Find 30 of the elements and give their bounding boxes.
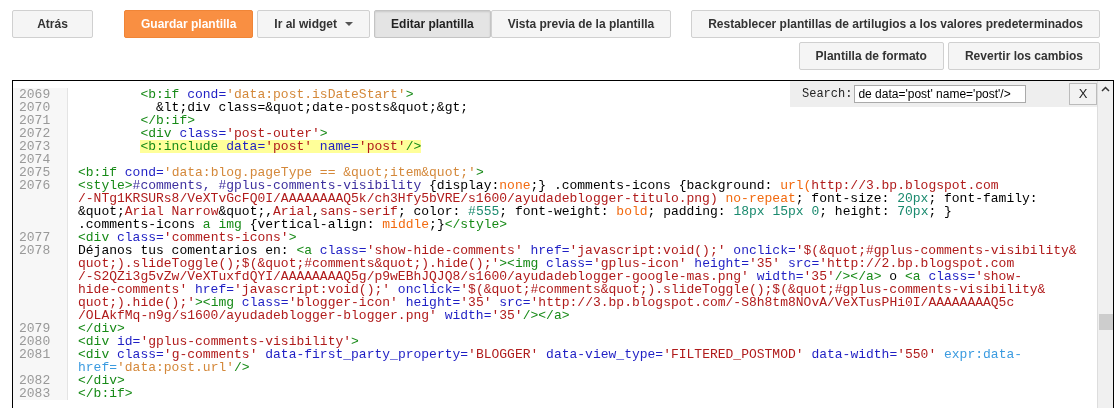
search-field[interactable]: de data='post' name='post'/> [854, 85, 1027, 103]
line-number: 2072 [19, 127, 52, 140]
code-editor[interactable] [12, 80, 1114, 408]
line-number: 2083 [19, 387, 52, 400]
toolbar-button[interactable]: Plantilla de formato [798, 42, 944, 70]
line-number: 2073 [19, 140, 52, 153]
template-tab[interactable]: Editar plantilla [374, 10, 491, 38]
line-number: 2075 [19, 166, 52, 179]
line-number: 2077 [19, 231, 52, 244]
back-button[interactable]: Atrás [12, 10, 93, 38]
scrollbar[interactable] [1097, 81, 1113, 408]
reset-button[interactable]: Restablecer plantillas de artilugios a los valores predeterminados [691, 10, 1100, 38]
line-number: 2074 [19, 153, 52, 166]
line-number: 2069 [19, 88, 52, 101]
search-label: Search: [802, 86, 853, 103]
close-button[interactable]: X [1069, 83, 1097, 105]
line-number: 2076 [19, 179, 52, 192]
toolbar-button[interactable]: Revertir los cambios [947, 42, 1100, 70]
line-number: 2081 [19, 348, 52, 361]
line-number: 2082 [19, 374, 52, 387]
line-number: 2080 [19, 335, 52, 348]
line-number: 2071 [19, 114, 52, 127]
line-number: 2078 [19, 244, 52, 257]
line-number: 2070 [19, 101, 52, 114]
scrollbar-thumb[interactable] [1098, 314, 1113, 330]
scroll-up-icon[interactable] [1101, 86, 1110, 92]
line-number: 2079 [19, 322, 52, 335]
dropdown-button[interactable]: Ir al widget [257, 10, 371, 38]
template-tab[interactable]: Vista previa de la plantilla [490, 10, 672, 38]
caret-icon [345, 22, 354, 26]
